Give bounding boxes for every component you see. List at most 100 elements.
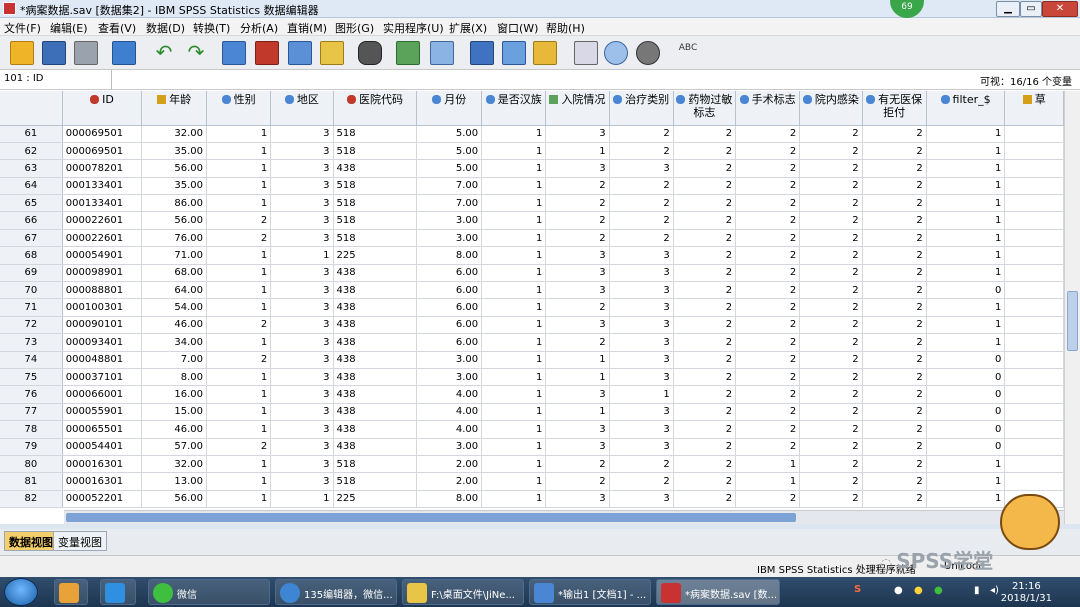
- table-cell[interactable]: 1: [545, 142, 610, 161]
- table-cell[interactable]: 3: [270, 194, 334, 213]
- table-cell[interactable]: 2.00: [416, 472, 483, 491]
- table-cell[interactable]: 2: [673, 420, 737, 439]
- table-cell[interactable]: 2: [673, 125, 737, 143]
- table-cell[interactable]: 1: [609, 385, 674, 404]
- menu-file[interactable]: 文件(F): [4, 20, 41, 36]
- table-cell[interactable]: 2: [799, 125, 863, 143]
- save-icon[interactable]: [42, 41, 66, 65]
- table-cell[interactable]: 2: [799, 420, 863, 439]
- maximize-button[interactable]: ▭: [1020, 1, 1042, 17]
- table-cell[interactable]: 1: [926, 455, 1006, 474]
- row-number[interactable]: 77: [0, 403, 63, 422]
- row-number[interactable]: 81: [0, 472, 63, 491]
- table-cell[interactable]: 2: [206, 351, 272, 369]
- table-cell[interactable]: 2: [735, 246, 801, 265]
- taskbar-editor[interactable]: 135编辑器，微信...: [275, 579, 397, 605]
- table-cell[interactable]: 0: [926, 403, 1006, 422]
- row-number[interactable]: 64: [0, 177, 63, 196]
- table-cell[interactable]: 2: [673, 351, 737, 369]
- col-header-treatment[interactable]: 治疗类别: [609, 91, 674, 126]
- table-cell[interactable]: 2: [206, 316, 272, 335]
- table-cell[interactable]: 1: [481, 298, 547, 317]
- table-cell[interactable]: 3: [609, 333, 674, 352]
- table-cell[interactable]: 3: [270, 281, 334, 300]
- table-cell[interactable]: 2: [862, 368, 927, 387]
- table-cell[interactable]: 2: [673, 177, 737, 196]
- table-cell[interactable]: 35.00: [141, 142, 208, 161]
- table-cell[interactable]: 3: [270, 211, 334, 230]
- table-cell[interactable]: 2: [609, 472, 674, 491]
- table-cell[interactable]: 1: [206, 246, 272, 265]
- table-cell[interactable]: 2: [673, 142, 737, 161]
- table-cell[interactable]: 000093401: [62, 333, 143, 352]
- table-cell[interactable]: 2: [673, 472, 737, 491]
- table-cell[interactable]: 438: [333, 316, 418, 335]
- table-cell-empty[interactable]: [1004, 125, 1064, 143]
- table-cell[interactable]: 1: [481, 125, 547, 143]
- table-cell[interactable]: 1: [926, 142, 1006, 161]
- start-button[interactable]: [4, 578, 38, 606]
- table-cell[interactable]: 2: [673, 246, 737, 265]
- table-cell[interactable]: 518: [333, 177, 418, 196]
- table-cell[interactable]: 2: [799, 438, 863, 456]
- table-cell[interactable]: 2: [673, 194, 737, 213]
- table-cell[interactable]: 000090101: [62, 316, 143, 335]
- table-cell[interactable]: 1: [206, 368, 272, 387]
- row-number[interactable]: 76: [0, 385, 63, 404]
- menu-direct-marketing[interactable]: 直销(M): [287, 20, 327, 36]
- table-cell[interactable]: 2: [735, 142, 801, 161]
- table-cell[interactable]: 1: [206, 333, 272, 352]
- goto-case-icon[interactable]: [222, 41, 246, 65]
- row-number[interactable]: 69: [0, 264, 63, 283]
- table-cell[interactable]: 3: [270, 264, 334, 283]
- table-cell[interactable]: 000133401: [62, 177, 143, 196]
- table-cell-empty[interactable]: [1004, 438, 1064, 456]
- table-cell-empty[interactable]: [1004, 246, 1064, 265]
- table-cell[interactable]: 3: [545, 246, 610, 265]
- table-cell[interactable]: 1: [481, 264, 547, 283]
- table-cell[interactable]: 2: [862, 420, 927, 439]
- table-cell[interactable]: 1: [481, 142, 547, 161]
- table-cell[interactable]: 32.00: [141, 125, 208, 143]
- table-cell[interactable]: 2: [609, 229, 674, 248]
- table-cell[interactable]: 1: [481, 420, 547, 439]
- table-cell[interactable]: 1: [481, 194, 547, 213]
- table-cell[interactable]: 7.00: [416, 194, 483, 213]
- table-cell[interactable]: 2: [609, 142, 674, 161]
- table-cell[interactable]: 1: [926, 264, 1006, 283]
- table-cell[interactable]: 2: [735, 368, 801, 387]
- corner-cell[interactable]: [0, 91, 63, 126]
- table-cell[interactable]: 1: [481, 472, 547, 491]
- table-cell[interactable]: 3: [609, 298, 674, 317]
- table-cell[interactable]: 000088801: [62, 281, 143, 300]
- table-cell[interactable]: 2: [673, 264, 737, 283]
- table-cell[interactable]: 2: [735, 264, 801, 283]
- table-cell[interactable]: 3: [545, 125, 610, 143]
- table-cell[interactable]: 000066001: [62, 385, 143, 404]
- table-cell[interactable]: 000022601: [62, 229, 143, 248]
- table-cell[interactable]: 2: [735, 298, 801, 317]
- table-cell-empty[interactable]: [1004, 403, 1064, 422]
- table-cell[interactable]: 1: [206, 403, 272, 422]
- table-cell[interactable]: 1: [481, 281, 547, 300]
- table-cell[interactable]: 1: [206, 490, 272, 509]
- table-cell-empty[interactable]: [1004, 333, 1064, 352]
- table-cell[interactable]: 2: [735, 333, 801, 352]
- row-number[interactable]: 80: [0, 455, 63, 474]
- col-header-infection[interactable]: 院内感染: [799, 91, 863, 126]
- table-cell[interactable]: 438: [333, 420, 418, 439]
- row-number[interactable]: 74: [0, 351, 63, 369]
- table-cell[interactable]: 3: [609, 420, 674, 439]
- col-header-extra[interactable]: 草: [1004, 91, 1064, 126]
- table-cell-empty[interactable]: [1004, 298, 1064, 317]
- table-cell-empty[interactable]: [1004, 211, 1064, 230]
- table-cell[interactable]: 0: [926, 368, 1006, 387]
- table-cell[interactable]: 1: [481, 246, 547, 265]
- table-cell[interactable]: 6.00: [416, 298, 483, 317]
- table-cell[interactable]: 7.00: [416, 177, 483, 196]
- table-cell[interactable]: 2: [735, 316, 801, 335]
- table-cell[interactable]: 2: [673, 229, 737, 248]
- table-cell[interactable]: 2: [735, 194, 801, 213]
- table-cell[interactable]: 2: [545, 211, 610, 230]
- table-cell[interactable]: 438: [333, 403, 418, 422]
